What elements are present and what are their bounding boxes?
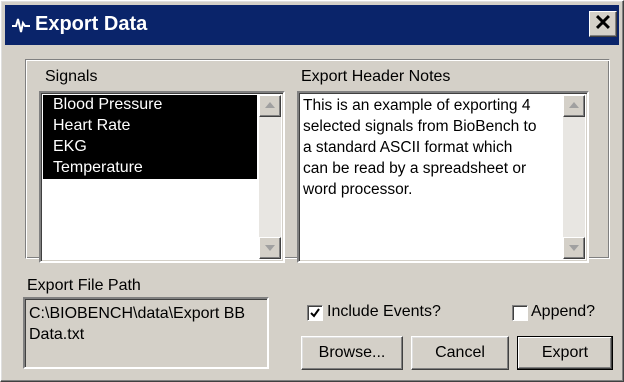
browse-button[interactable]: Browse... bbox=[301, 336, 403, 370]
waveform-icon bbox=[11, 15, 31, 35]
export-header-notes-textarea[interactable]: This is an example of exporting 4 select… bbox=[297, 91, 589, 263]
append-checkbox[interactable] bbox=[512, 305, 528, 321]
cancel-button[interactable]: Cancel bbox=[411, 336, 509, 370]
export-file-path-value[interactable]: C:\BIOBENCH\data\Export BB Data.txt bbox=[29, 303, 265, 345]
scroll-down-button[interactable] bbox=[563, 237, 585, 259]
append-label[interactable]: Append? bbox=[531, 303, 595, 321]
signals-label: Signals bbox=[45, 68, 98, 85]
export-file-path-field[interactable]: C:\BIOBENCH\data\Export BB Data.txt bbox=[23, 297, 269, 369]
scroll-up-button[interactable] bbox=[563, 95, 585, 117]
list-item-heart-rate[interactable]: Heart Rate bbox=[43, 116, 257, 137]
signals-listbox[interactable]: Blood Pressure Heart Rate EKG Temperatur… bbox=[39, 91, 285, 263]
notes-scrollbar[interactable] bbox=[563, 95, 585, 259]
signals-scrollbar[interactable] bbox=[259, 95, 281, 259]
scroll-up-button[interactable] bbox=[259, 95, 281, 117]
list-item-blood-pressure[interactable]: Blood Pressure bbox=[43, 95, 257, 116]
arrow-down-icon bbox=[569, 245, 579, 251]
include-events-checkbox[interactable] bbox=[307, 305, 323, 321]
include-events-label[interactable]: Include Events? bbox=[327, 303, 441, 321]
list-item-temperature[interactable]: Temperature bbox=[43, 158, 257, 179]
notes-text[interactable]: This is an example of exporting 4 select… bbox=[303, 95, 561, 200]
arrow-down-icon bbox=[265, 245, 275, 251]
close-button[interactable]: ✕ bbox=[589, 11, 617, 37]
list-item-ekg[interactable]: EKG bbox=[43, 137, 257, 158]
window-title: Export Data bbox=[35, 13, 148, 35]
arrow-up-icon bbox=[569, 102, 579, 108]
export-button[interactable]: Export bbox=[517, 336, 613, 370]
export-file-path-label: Export File Path bbox=[27, 277, 141, 294]
title-bar[interactable]: Export Data ✕ bbox=[5, 5, 619, 45]
export-header-notes-label: Export Header Notes bbox=[301, 68, 451, 85]
export-data-dialog: Export Data ✕ Signals Export Header Note… bbox=[0, 0, 624, 382]
arrow-up-icon bbox=[265, 102, 275, 108]
close-icon: ✕ bbox=[593, 10, 613, 35]
scroll-down-button[interactable] bbox=[259, 237, 281, 259]
checkmark-icon bbox=[310, 308, 320, 318]
